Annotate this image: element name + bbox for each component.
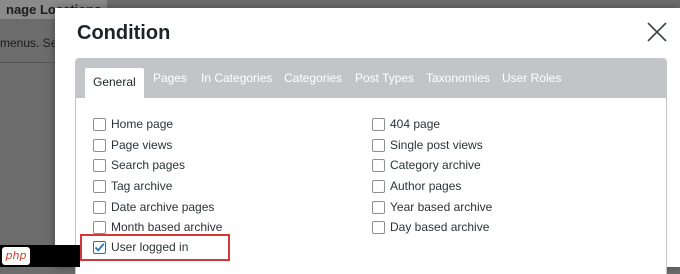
option-label: Date archive pages: [111, 200, 215, 214]
checkbox[interactable]: [372, 118, 385, 131]
watermark-logo: php: [2, 247, 30, 265]
tab-in-categories[interactable]: In Categories: [201, 71, 272, 85]
option-label: Search pages: [111, 158, 186, 172]
checkbox[interactable]: [93, 221, 106, 234]
modal-title: Condition: [77, 22, 171, 44]
tab-user-roles[interactable]: User Roles: [502, 71, 561, 85]
option-label: Author pages: [390, 179, 462, 193]
background-divider: [0, 62, 55, 63]
tab-taxonomies[interactable]: Taxonomies: [426, 71, 490, 85]
option-label: Home page: [111, 117, 174, 131]
option-label: 404 page: [390, 117, 441, 131]
checkbox[interactable]: [372, 221, 385, 234]
background-page-subtitle: menus. Sel: [0, 36, 61, 50]
tab-categories[interactable]: Categories: [284, 71, 342, 85]
close-button[interactable]: [646, 21, 668, 43]
tab-general[interactable]: General: [84, 67, 145, 98]
option-label: Tag archive: [111, 179, 173, 193]
close-icon: [647, 22, 667, 42]
checkbox[interactable]: [372, 201, 385, 214]
option-label: Year based archive: [390, 200, 493, 214]
tab-pages[interactable]: Pages: [153, 71, 187, 85]
option-label: Category archive: [390, 158, 481, 172]
option-label: Month based archive: [111, 220, 223, 234]
checkbox[interactable]: [372, 139, 385, 152]
highlight-box: [80, 234, 230, 261]
tab-bar: General Pages In Categories Categories P…: [76, 59, 666, 98]
checkbox[interactable]: [372, 159, 385, 172]
tab-post-types[interactable]: Post Types: [355, 71, 414, 85]
checkbox[interactable]: [93, 139, 106, 152]
checkbox[interactable]: [93, 180, 106, 193]
watermark: php: [0, 245, 80, 267]
option-label: Page views: [111, 138, 173, 152]
checkbox[interactable]: [93, 159, 106, 172]
checkbox[interactable]: [93, 201, 106, 214]
option-label: Single post views: [390, 138, 483, 152]
checkbox[interactable]: [93, 118, 106, 131]
checkbox[interactable]: [372, 180, 385, 193]
condition-modal: Condition General Pages In Categories Ca…: [55, 8, 680, 274]
option-label: Day based archive: [390, 220, 490, 234]
